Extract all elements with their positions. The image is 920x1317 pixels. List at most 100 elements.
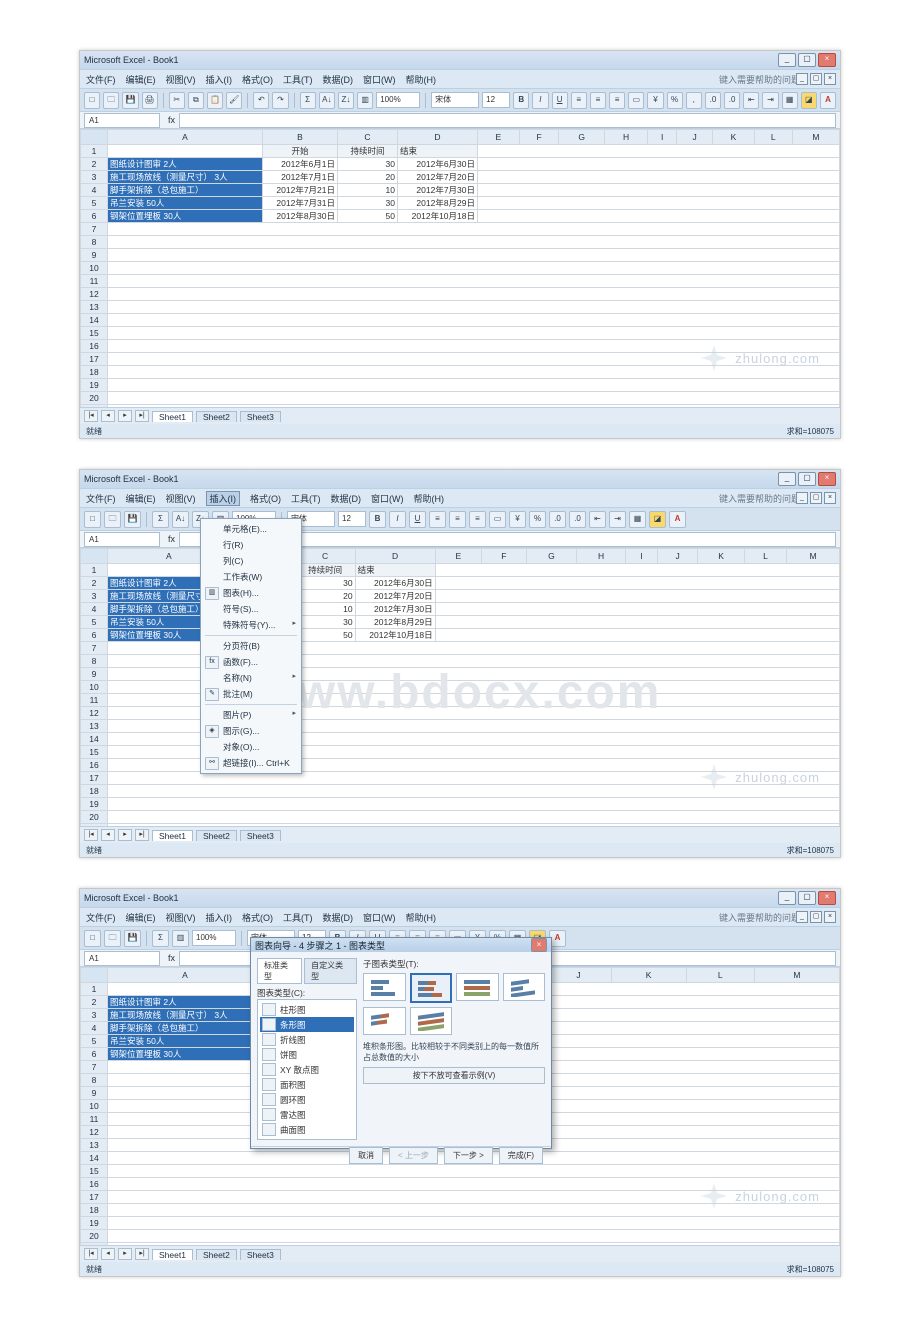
chart-type-item[interactable]: XY 散点图 <box>260 1062 354 1077</box>
row-header[interactable]: 9 <box>81 1087 108 1100</box>
row-header[interactable]: 3 <box>81 590 108 603</box>
new-icon[interactable]: □ <box>84 930 101 947</box>
menu-tools[interactable]: 工具(T) <box>291 492 321 505</box>
menu-window[interactable]: 窗口(W) <box>363 911 396 924</box>
chart-subtype[interactable] <box>456 973 499 1001</box>
menu-file[interactable]: 文件(F) <box>86 73 116 86</box>
menu-item-pagebreak[interactable]: 分页符(B) <box>201 638 301 654</box>
row-header[interactable]: 13 <box>81 1139 108 1152</box>
menu-file[interactable]: 文件(F) <box>86 911 116 924</box>
maximize-button[interactable]: ▢ <box>798 891 816 905</box>
select-all-corner[interactable] <box>81 968 108 983</box>
cell[interactable]: 持续时间 <box>338 145 398 158</box>
fill-color-icon[interactable]: ◪ <box>801 92 817 109</box>
col-header[interactable]: D <box>398 130 478 145</box>
indent-dec-icon[interactable]: ⇤ <box>589 511 606 528</box>
dec-inc-icon[interactable]: .0 <box>549 511 566 528</box>
col-header[interactable]: H <box>604 130 647 145</box>
sort-desc-icon[interactable]: Z↓ <box>338 92 354 109</box>
row-header[interactable]: 18 <box>81 366 108 379</box>
cell[interactable]: 50 <box>338 210 398 223</box>
menu-edit[interactable]: 编辑(E) <box>126 73 156 86</box>
sheet-tab[interactable]: Sheet2 <box>196 830 237 841</box>
sheet-tab[interactable]: Sheet2 <box>196 411 237 422</box>
doc-restore[interactable]: ▢ <box>810 492 822 504</box>
cell[interactable]: 2012年6月30日 <box>355 577 435 590</box>
help-search[interactable]: 键入需要帮助的问题 <box>719 73 800 86</box>
col-header[interactable]: M <box>754 968 839 983</box>
name-box[interactable]: A1 <box>84 113 160 128</box>
save-icon[interactable]: 💾 <box>124 511 141 528</box>
menu-item-diagram[interactable]: ◈图示(G)... <box>201 723 301 739</box>
row-header[interactable]: 3 <box>81 171 108 184</box>
menu-item-chart[interactable]: ▥图表(H)... <box>201 585 301 601</box>
row-header[interactable]: 14 <box>81 733 108 746</box>
menu-item-cols[interactable]: 列(C) <box>201 553 301 569</box>
borders-icon[interactable]: ▦ <box>629 511 646 528</box>
col-header[interactable]: F <box>519 130 559 145</box>
chart-icon[interactable]: ▥ <box>172 930 189 947</box>
zoom-combo[interactable]: 100% <box>192 930 236 946</box>
cell[interactable]: 图纸设计图审 2人 <box>108 158 263 171</box>
col-header[interactable]: G <box>559 130 604 145</box>
cell[interactable]: 钢架位置埋板 30人 <box>108 210 263 223</box>
row-header[interactable]: 7 <box>81 1061 108 1074</box>
open-icon[interactable]: 🗀 <box>104 511 121 528</box>
cell[interactable]: 图纸设计图审 2人 <box>108 996 263 1009</box>
row-header[interactable]: 18 <box>81 785 108 798</box>
paste-icon[interactable]: 📋 <box>207 92 223 109</box>
select-all-corner[interactable] <box>81 130 108 145</box>
chart-type-item[interactable]: 饼图 <box>260 1047 354 1062</box>
cell[interactable]: 结束 <box>398 145 478 158</box>
bold-icon[interactable]: B <box>513 92 529 109</box>
row-header[interactable]: 14 <box>81 314 108 327</box>
align-right-icon[interactable]: ≡ <box>469 511 486 528</box>
col-header[interactable]: K <box>713 130 755 145</box>
tab-nav-last[interactable]: ▸| <box>135 410 149 422</box>
formula-input[interactable] <box>179 113 836 128</box>
wizard-tab-standard[interactable]: 标准类型 <box>257 958 302 984</box>
menu-item-rows[interactable]: 行(R) <box>201 537 301 553</box>
format-painter-icon[interactable]: 🖌 <box>226 92 242 109</box>
close-button[interactable]: × <box>818 472 836 486</box>
menu-item-picture[interactable]: 图片(P) <box>201 707 301 723</box>
doc-close[interactable]: × <box>824 911 836 923</box>
doc-minimize[interactable]: _ <box>796 492 808 504</box>
maximize-button[interactable]: ▢ <box>798 53 816 67</box>
bold-icon[interactable]: B <box>369 511 386 528</box>
row-header[interactable]: 2 <box>81 577 108 590</box>
sheet-tab[interactable]: Sheet1 <box>152 411 193 422</box>
row-header[interactable]: 20 <box>81 392 108 405</box>
row-header[interactable]: 19 <box>81 1217 108 1230</box>
menu-view[interactable]: 视图(V) <box>166 911 196 924</box>
col-header[interactable]: G <box>526 549 577 564</box>
cell[interactable]: 2012年8月29日 <box>398 197 478 210</box>
save-icon[interactable]: 💾 <box>124 930 141 947</box>
sort-asc-icon[interactable]: A↓ <box>172 511 189 528</box>
zoom-combo[interactable]: 100% <box>376 92 420 108</box>
col-header[interactable]: K <box>611 968 686 983</box>
chart-type-item[interactable]: 圆环图 <box>260 1092 354 1107</box>
menu-format[interactable]: 格式(O) <box>242 911 273 924</box>
menu-help[interactable]: 帮助(H) <box>414 492 445 505</box>
row-header[interactable]: 20 <box>81 811 108 824</box>
cancel-button[interactable]: 取消 <box>349 1147 383 1164</box>
cell[interactable]: 结束 <box>355 564 435 577</box>
row-header[interactable]: 21 <box>81 824 108 827</box>
menu-item-cells[interactable]: 单元格(E)... <box>201 521 301 537</box>
italic-icon[interactable]: I <box>532 92 548 109</box>
menu-edit[interactable]: 编辑(E) <box>126 911 156 924</box>
cell[interactable]: 2012年7月20日 <box>398 171 478 184</box>
row-header[interactable]: 5 <box>81 616 108 629</box>
col-header[interactable]: F <box>482 549 526 564</box>
tab-nav-prev[interactable]: ◂ <box>101 829 115 841</box>
col-header[interactable]: J <box>677 130 713 145</box>
tab-nav-next[interactable]: ▸ <box>118 829 132 841</box>
row-header[interactable]: 1 <box>81 564 108 577</box>
fill-color-icon[interactable]: ◪ <box>649 511 666 528</box>
minimize-button[interactable]: _ <box>778 891 796 905</box>
indent-dec-icon[interactable]: ⇤ <box>743 92 759 109</box>
new-icon[interactable]: □ <box>84 92 100 109</box>
col-header[interactable]: D <box>355 549 435 564</box>
cell[interactable]: 2012年7月30日 <box>398 184 478 197</box>
